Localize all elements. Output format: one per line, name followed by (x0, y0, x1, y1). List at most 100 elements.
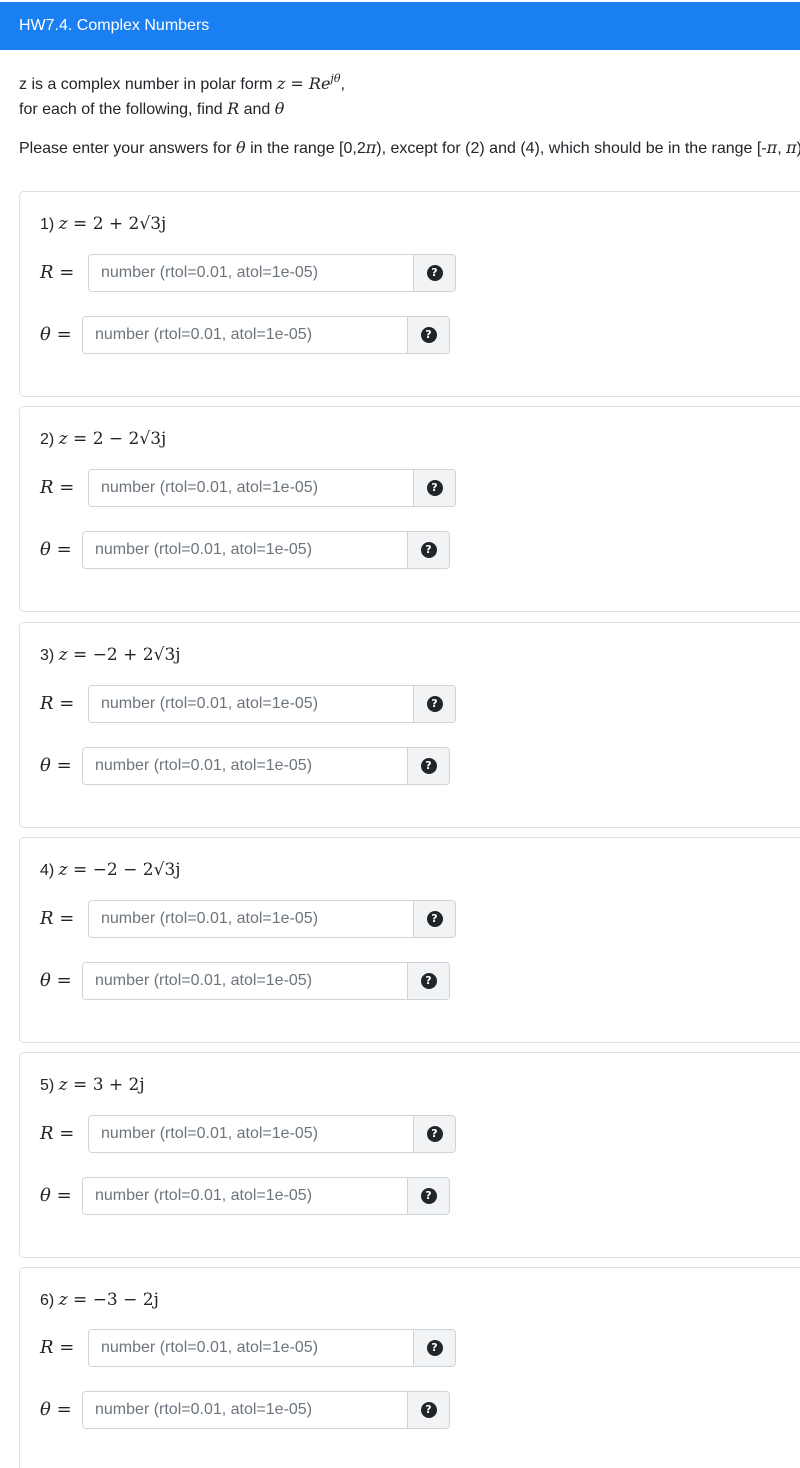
theta-input[interactable] (83, 532, 407, 568)
theta-input-group: ? (82, 316, 450, 354)
problem-number: 5) (40, 1077, 59, 1094)
equals-sign: = (53, 693, 75, 714)
problem-expression: = 2 − 2√3j (67, 429, 167, 449)
math-theta: θ (274, 99, 285, 118)
help-button[interactable]: ? (407, 1392, 449, 1428)
instructions-text: Please enter your answers for (19, 140, 236, 157)
theta-input[interactable] (83, 1392, 407, 1428)
r-label: R = (40, 254, 74, 292)
r-input[interactable] (89, 686, 413, 722)
math-pi: π (766, 138, 778, 157)
math-R: R (40, 693, 54, 714)
problem-expression: = −3 − 2j (67, 1290, 159, 1310)
equals-sign: = (50, 1185, 72, 1206)
r-input[interactable] (89, 1330, 413, 1366)
math-z: z (58, 214, 68, 234)
r-input[interactable] (89, 470, 413, 506)
problem-expression: = 3 + 2j (67, 1075, 145, 1095)
theta-input-group: ? (82, 1391, 450, 1429)
equals-sign: = (50, 1399, 72, 1420)
problem-expression: = −2 + 2√3j (67, 645, 181, 665)
math-z: z (58, 429, 68, 449)
theta-input[interactable] (83, 748, 407, 784)
help-button[interactable]: ? (413, 1116, 455, 1152)
math-exponent: jθ (330, 72, 341, 85)
r-input-group: ? (88, 1329, 456, 1367)
math-pi: π (786, 138, 797, 157)
math-theta: θ (40, 1185, 51, 1206)
math-R: R (227, 99, 240, 118)
instructions-text: ), except for (2) and (4), which should … (376, 140, 767, 157)
problem-card: 4) z = −2 − 2√3j R = ? θ = ? (19, 837, 800, 1043)
r-input[interactable] (89, 1116, 413, 1152)
math-theta: θ (236, 138, 246, 157)
intro-comma: , (340, 76, 345, 93)
math-theta: θ (40, 1399, 51, 1420)
help-button[interactable]: ? (413, 686, 455, 722)
equals-sign: = (50, 970, 72, 991)
help-button[interactable]: ? (407, 532, 449, 568)
question-title: HW7.4. Complex Numbers (19, 17, 210, 34)
r-label: R = (40, 685, 74, 723)
intro-text: for each of the following, find (19, 101, 228, 118)
r-label: R = (40, 469, 74, 507)
equals-sign: = (53, 908, 75, 929)
math-z: z (58, 860, 68, 880)
math-R: R (40, 477, 54, 498)
question-mark-icon: ? (426, 696, 443, 712)
r-input-group: ? (88, 1115, 456, 1153)
problem-title: 2) z = 2 − 2√3j (40, 425, 166, 454)
problem-title: 4) z = −2 − 2√3j (40, 856, 181, 885)
problem-expression: = −2 − 2√3j (67, 860, 181, 880)
problem-title: 1) z = 2 + 2√3j (40, 210, 166, 239)
r-input-group: ? (88, 254, 456, 292)
problem-title: 5) z = 3 + 2j (40, 1071, 145, 1100)
question-mark-icon: ? (426, 911, 443, 927)
r-label: R = (40, 1329, 74, 1367)
instructions: Please enter your answers for θ in the r… (19, 136, 800, 161)
question-mark-icon: ? (426, 265, 443, 281)
problem-title: 3) z = −2 + 2√3j (40, 641, 181, 670)
r-label: R = (40, 1115, 74, 1153)
help-button[interactable]: ? (413, 255, 455, 291)
problem-number: 6) (40, 1292, 59, 1309)
instructions-text: , (777, 140, 787, 157)
instructions-text: in the range [0,2 (245, 140, 366, 157)
help-button[interactable]: ? (407, 748, 449, 784)
intro-text: z is a complex number in polar form (19, 76, 277, 93)
help-button[interactable]: ? (407, 317, 449, 353)
theta-label: θ = (40, 962, 72, 1000)
math-R: R (40, 1337, 54, 1358)
question-mark-icon: ? (420, 973, 437, 989)
math-theta: θ (40, 755, 51, 776)
theta-label: θ = (40, 1177, 72, 1215)
problem-intro: z is a complex number in polar form z = … (19, 72, 789, 122)
question-mark-icon: ? (426, 1340, 443, 1356)
r-input[interactable] (89, 901, 413, 937)
help-button[interactable]: ? (407, 963, 449, 999)
help-button[interactable]: ? (413, 470, 455, 506)
theta-label: θ = (40, 1391, 72, 1429)
help-button[interactable]: ? (413, 1330, 455, 1366)
theta-label: θ = (40, 531, 72, 569)
math-theta: θ (40, 324, 51, 345)
help-button[interactable]: ? (407, 1178, 449, 1214)
math-pi: π (365, 138, 377, 157)
equals-sign: = (53, 1337, 75, 1358)
intro-line-2: for each of the following, find R and θ (19, 97, 789, 122)
help-button[interactable]: ? (413, 901, 455, 937)
problem-number: 3) (40, 647, 59, 664)
instructions-text: ) (797, 140, 800, 157)
r-input[interactable] (89, 255, 413, 291)
theta-input[interactable] (83, 1178, 407, 1214)
theta-input[interactable] (83, 963, 407, 999)
problem-number: 4) (40, 862, 59, 879)
theta-input[interactable] (83, 317, 407, 353)
theta-input-group: ? (82, 962, 450, 1000)
theta-input-group: ? (82, 531, 450, 569)
question-mark-icon: ? (420, 1402, 437, 1418)
question-mark-icon: ? (426, 1126, 443, 1142)
page: HW7.4. Complex Numbers z is a complex nu… (0, 0, 800, 1468)
equals-sign: = (50, 324, 72, 345)
math-R: R (40, 1123, 54, 1144)
